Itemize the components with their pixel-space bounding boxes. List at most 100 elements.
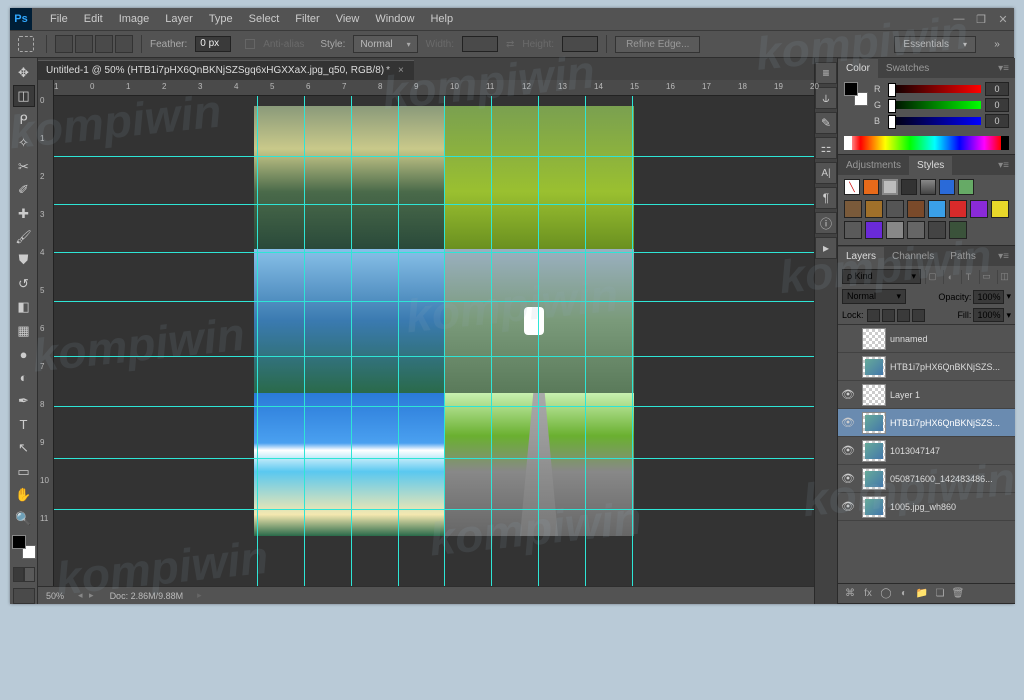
dock-history-icon[interactable]: ≡ xyxy=(815,62,837,84)
ruler-horizontal[interactable]: 1012345678910111213141516171819202 xyxy=(38,80,814,96)
close-button[interactable]: ✕ xyxy=(992,9,1014,29)
color-fgbg-swatch[interactable] xyxy=(844,82,868,106)
menu-window[interactable]: Window xyxy=(367,9,422,29)
style-swatch[interactable] xyxy=(920,179,936,195)
tool-history-icon[interactable]: ↺ xyxy=(13,273,35,294)
menu-filter[interactable]: Filter xyxy=(287,9,327,29)
style-swatch[interactable] xyxy=(886,221,904,239)
color-spectrum[interactable] xyxy=(844,136,1009,150)
style-select[interactable]: Normal xyxy=(353,35,417,53)
layer-row[interactable]: 👁HTB1i7pHX6QnBKNjSZS... xyxy=(838,409,1015,437)
tool-gradient-icon[interactable]: ▦ xyxy=(13,320,35,341)
guide-horizontal[interactable] xyxy=(54,509,814,510)
panel-menu-icon[interactable]: ▾≡ xyxy=(992,156,1015,175)
lock-all-icon[interactable] xyxy=(912,309,925,322)
tool-move-icon[interactable]: ✥ xyxy=(13,62,35,83)
menu-layer[interactable]: Layer xyxy=(157,9,201,29)
tool-type-icon[interactable]: T xyxy=(13,414,35,435)
mask-icon[interactable]: ◯ xyxy=(878,587,894,601)
tab-swatches[interactable]: Swatches xyxy=(878,59,937,78)
tool-marquee-icon[interactable]: ◫ xyxy=(13,85,35,106)
opacity-input[interactable]: 100% xyxy=(973,290,1004,304)
layer-name[interactable]: 1005.jpg_wh860 xyxy=(890,502,1015,512)
zoom-level[interactable]: 50% xyxy=(46,591,64,601)
dock-paragraph-icon[interactable]: ¶ xyxy=(815,187,837,209)
style-swatch[interactable] xyxy=(863,179,879,195)
dock-character-icon[interactable]: A| xyxy=(815,162,837,184)
guide-horizontal[interactable] xyxy=(54,406,814,407)
selection-new-icon[interactable] xyxy=(55,35,73,53)
tool-dodge-icon[interactable]: ◐ xyxy=(13,367,35,388)
tab-adjustments[interactable]: Adjustments xyxy=(838,156,909,175)
guide-horizontal[interactable] xyxy=(54,156,814,157)
value-red[interactable]: 0 xyxy=(985,82,1009,96)
tab-channels[interactable]: Channels xyxy=(884,247,942,266)
layer-name[interactable]: HTB1i7pHX6QnBKNjSZS... xyxy=(890,362,1015,372)
layer-thumbnail[interactable] xyxy=(862,496,886,518)
style-swatch[interactable] xyxy=(844,200,862,218)
slider-green[interactable] xyxy=(888,101,981,109)
menu-image[interactable]: Image xyxy=(111,9,158,29)
layer-filter-kind[interactable]: ρ Kind▾ xyxy=(842,269,921,284)
style-swatch[interactable] xyxy=(928,221,946,239)
style-swatch[interactable] xyxy=(886,200,904,218)
layer-name[interactable]: Layer 1 xyxy=(890,390,1015,400)
visibility-toggle-icon[interactable]: 👁 xyxy=(838,500,858,513)
guide-vertical[interactable] xyxy=(585,96,586,586)
tool-healing-icon[interactable]: ✚ xyxy=(13,203,35,224)
style-swatch[interactable] xyxy=(865,200,883,218)
guide-horizontal[interactable] xyxy=(54,356,814,357)
selection-intersect-icon[interactable] xyxy=(115,35,133,53)
layer-row[interactable]: unnamed xyxy=(838,325,1015,353)
fgbg-swatch[interactable] xyxy=(12,535,36,558)
quickmask-toggle[interactable] xyxy=(13,567,35,583)
layer-name[interactable]: 050871600_142483486... xyxy=(890,474,1015,484)
visibility-toggle-icon[interactable]: 👁 xyxy=(838,416,858,429)
guide-horizontal[interactable] xyxy=(54,301,814,302)
lock-pos-icon[interactable] xyxy=(897,309,910,322)
document-tab[interactable]: Untitled-1 @ 50% (HTB1i7pHX6QnBKNjSZSgq6… xyxy=(38,60,414,80)
layer-thumbnail[interactable] xyxy=(862,440,886,462)
style-swatch[interactable] xyxy=(970,200,988,218)
workspace-switcher[interactable]: Essentials xyxy=(894,36,976,53)
fill-input[interactable]: 100% xyxy=(973,308,1004,322)
layer-row[interactable]: 👁 Layer 1 xyxy=(838,381,1015,409)
selection-subtract-icon[interactable] xyxy=(95,35,113,53)
guide-vertical[interactable] xyxy=(538,96,539,586)
menu-help[interactable]: Help xyxy=(422,9,461,29)
style-swatch[interactable] xyxy=(958,179,974,195)
style-swatch[interactable] xyxy=(949,221,967,239)
tool-lasso-icon[interactable]: ᑭ xyxy=(13,109,35,130)
style-swatch[interactable] xyxy=(907,200,925,218)
layer-row[interactable]: 👁1013047147 xyxy=(838,437,1015,465)
menu-type[interactable]: Type xyxy=(201,9,241,29)
guide-vertical[interactable] xyxy=(304,96,305,586)
layer-thumbnail[interactable] xyxy=(862,412,886,434)
style-swatch[interactable] xyxy=(939,179,955,195)
delete-layer-icon[interactable]: 🗑 xyxy=(950,587,966,601)
tab-layers[interactable]: Layers xyxy=(838,247,884,266)
lock-trans-icon[interactable] xyxy=(867,309,880,322)
fx-icon[interactable]: fx xyxy=(860,587,876,601)
status-menu-icon[interactable]: ▸ xyxy=(197,590,202,601)
visibility-toggle-icon[interactable]: 👁 xyxy=(838,388,858,401)
layer-thumbnail[interactable] xyxy=(862,328,886,350)
tool-eraser-icon[interactable]: ◧ xyxy=(13,297,35,318)
screenmode-toggle[interactable] xyxy=(13,588,35,604)
menu-edit[interactable]: Edit xyxy=(76,9,111,29)
filter-image-icon[interactable]: ▢ xyxy=(925,270,939,284)
tab-styles[interactable]: Styles xyxy=(909,156,952,175)
maximize-button[interactable]: ❐ xyxy=(970,9,992,29)
layer-thumbnail[interactable] xyxy=(862,356,886,378)
tool-brush-icon[interactable]: 🖌 xyxy=(13,226,35,247)
slider-blue[interactable] xyxy=(888,117,981,125)
filter-adjust-icon[interactable]: ◐ xyxy=(943,270,957,284)
guide-vertical[interactable] xyxy=(351,96,352,586)
layer-thumbnail[interactable] xyxy=(862,384,886,406)
filter-type-icon[interactable]: T xyxy=(961,270,975,284)
tool-crop-icon[interactable]: ✂ xyxy=(13,156,35,177)
style-swatch[interactable] xyxy=(928,200,946,218)
tab-paths[interactable]: Paths xyxy=(942,247,984,266)
visibility-toggle-icon[interactable]: 👁 xyxy=(838,444,858,457)
style-none-icon[interactable]: ╲ xyxy=(844,179,860,195)
